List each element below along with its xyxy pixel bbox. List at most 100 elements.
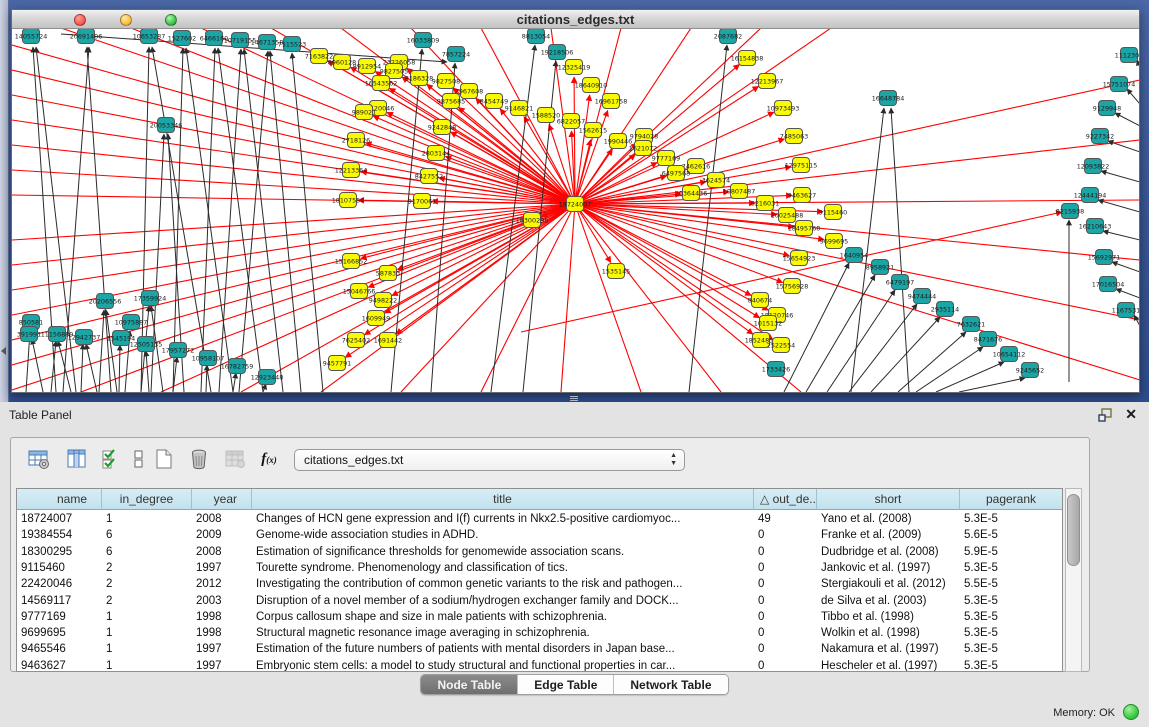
row-height-button[interactable] [125,445,153,473]
graph-node[interactable]: 7485063 [780,129,808,144]
graph-node[interactable]: 6216031 [751,196,779,211]
column-header-year[interactable]: year [192,489,252,510]
table-cell[interactable]: Stergiakouli et al. (2012) [817,576,960,593]
graph-node[interactable]: 10958107 [192,351,225,366]
graph-node[interactable]: 12325419 [558,60,591,75]
graph-node[interactable]: 12213364 [335,163,368,178]
graph-node[interactable]: 20364436 [675,186,708,201]
table-cell[interactable]: 9777169 [17,609,102,626]
table-cell[interactable]: 0 [754,625,817,642]
graph-node[interactable]: 16961758 [595,94,628,109]
graph-node[interactable]: 8813054 [522,29,550,44]
table-cell[interactable]: 9115460 [17,560,102,577]
graph-node[interactable]: 8958921 [866,260,894,275]
table-cell[interactable]: 2012 [192,576,252,593]
table-cell[interactable]: 2008 [192,544,252,561]
column-header-short[interactable]: short [817,489,960,510]
collapsed-side-panel[interactable] [0,0,9,402]
table-cell[interactable]: Genome-wide association studies in ADHD. [252,527,754,544]
table-cell[interactable]: 1998 [192,625,252,642]
graph-node[interactable]: 10654112 [993,347,1026,362]
graph-node[interactable]: 16648784 [872,91,905,106]
graph-node[interactable]: 15751074 [1103,77,1136,92]
table-cell[interactable]: 9699695 [17,625,102,642]
graph-node[interactable]: 7632621 [957,317,985,332]
table-cell[interactable]: 1 [102,625,192,642]
table-cell[interactable]: 5.3E-5 [960,593,1063,610]
tab-network-table[interactable]: Network Table [613,675,727,694]
graph-node[interactable]: 18107554 [332,193,365,208]
table-cell[interactable]: 0 [754,609,817,626]
table-cell[interactable]: Tibbo et al. (1998) [817,609,960,626]
table-cell[interactable]: 49 [754,511,817,528]
network-view-window[interactable]: citations_edges.txt 14055724206914061065… [11,9,1140,393]
memory-status-indicator[interactable] [1123,704,1139,720]
graph-node[interactable]: 9146821 [505,101,533,116]
table-cell[interactable]: 6 [102,544,192,561]
table-cell[interactable]: 2 [102,593,192,610]
graph-node[interactable]: 12975115 [785,158,818,173]
graph-node[interactable]: 8471676 [974,332,1002,347]
table-cell[interactable]: Hescheler et al. (1997) [817,658,960,672]
table-cell[interactable]: 5.9E-5 [960,544,1063,561]
graph-node[interactable]: 16033809 [407,33,440,48]
table-cell[interactable]: Investigating the contribution of common… [252,576,754,593]
graph-node[interactable]: 9245652 [1016,363,1044,378]
table-cell[interactable]: 1 [102,641,192,658]
graph-node[interactable]: 19218506 [541,45,574,60]
import-table-button[interactable] [221,445,249,473]
table-cell[interactable]: 5.3E-5 [960,511,1063,528]
scrollbar-thumb[interactable] [1067,494,1080,566]
select-all-columns-button[interactable] [97,445,125,473]
graph-node[interactable]: 1733426 [762,362,790,377]
citation-network-graph[interactable]: 1405572420691406106532871527602646616010… [12,29,1139,392]
function-builder-button[interactable]: f(x) [255,445,283,473]
table-cell[interactable]: 1997 [192,658,252,672]
create-table-button[interactable] [150,445,178,473]
graph-node[interactable]: 1535145 [602,264,630,279]
graph-node[interactable]: 10807487 [723,184,756,199]
table-cell[interactable]: 18724007 [17,511,102,528]
table-cell[interactable]: 0 [754,576,817,593]
graph-node[interactable]: 6479197 [886,275,914,290]
table-cell[interactable]: Estimation of significance thresholds fo… [252,544,754,561]
graph-node[interactable]: 14055724 [15,29,48,44]
close-panel-icon[interactable]: ✕ [1125,406,1137,422]
graph-node[interactable]: 9115460 [819,205,847,220]
table-cell[interactable]: 2 [102,560,192,577]
table-cell[interactable]: 0 [754,641,817,658]
node-table[interactable]: namein_degreeyeartitle△ out_de...shortpa… [16,488,1063,672]
table-cell[interactable]: Embryonic stem cells: a model to study s… [252,658,754,672]
graph-node[interactable]: 12213967 [751,74,784,89]
table-cell[interactable]: 18300295 [17,544,102,561]
network-canvas[interactable]: 1405572420691406106532871527602646616010… [12,29,1139,392]
graph-node[interactable]: 7857224 [442,47,470,62]
tab-edge-table[interactable]: Edge Table [517,675,613,694]
graph-node[interactable]: 989021 [352,105,376,120]
graph-node[interactable]: 9699695 [820,234,848,249]
table-cell[interactable]: 1997 [192,641,252,658]
graph-node[interactable]: 20206556 [89,294,122,309]
table-cell[interactable]: Changes of HCN gene expression and I(f) … [252,511,754,528]
table-cell[interactable]: 0 [754,560,817,577]
splitter-grip[interactable] [570,395,580,402]
table-cell[interactable]: 0 [754,527,817,544]
graph-node[interactable]: 840674 [748,293,772,308]
column-header-title[interactable]: title [252,489,754,510]
graph-node[interactable]: 20053346 [150,118,183,133]
graph-node[interactable]: 2935114 [931,302,959,317]
graph-node[interactable]: 15756928 [776,279,809,294]
table-cell[interactable]: 1 [102,609,192,626]
table-cell[interactable]: Tourette syndrome. Phenomenology and cla… [252,560,754,577]
table-cell[interactable]: 6 [102,527,192,544]
table-cell[interactable]: 14569117 [17,593,102,610]
table-cell[interactable]: Yano et al. (2008) [817,511,960,528]
table-cell[interactable]: 2009 [192,527,252,544]
graph-node[interactable]: 12923448 [251,370,284,385]
graph-node[interactable]: 1621072 [629,141,657,156]
table-cell[interactable]: Jankovic et al. (1997) [817,560,960,577]
graph-node[interactable]: 17957272 [162,343,195,358]
graph-node[interactable]: 12093822 [1077,159,1110,174]
graph-node[interactable]: 17016504 [1092,277,1125,292]
column-header-pagerank[interactable]: pagerank [960,489,1063,510]
